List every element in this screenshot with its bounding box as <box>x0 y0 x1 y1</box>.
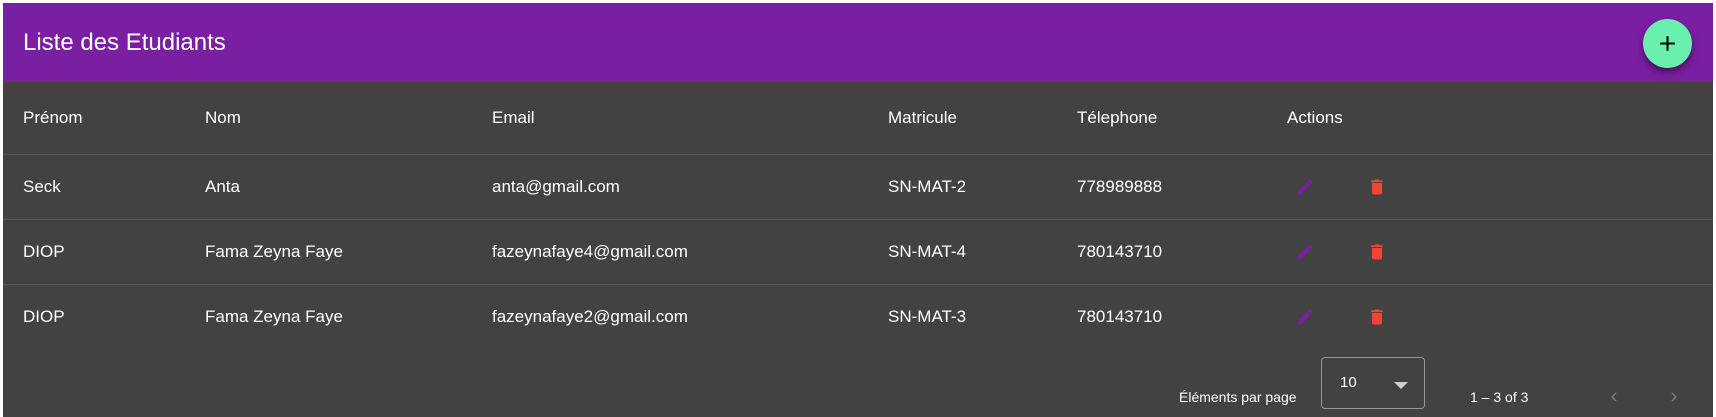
cell-prenom: DIOP <box>3 219 185 285</box>
next-page-button[interactable] <box>1653 376 1693 416</box>
add-student-button[interactable] <box>1643 19 1692 68</box>
chevron-down-icon <box>1394 382 1408 389</box>
table-row: Seck Anta anta@gmail.com SN-MAT-2 778989… <box>3 154 1713 220</box>
cell-email: anta@gmail.com <box>472 154 868 220</box>
page-title: Liste des Etudiants <box>23 29 226 56</box>
toolbar: Liste des Etudiants <box>3 3 1713 82</box>
cell-prenom: DIOP <box>23 307 65 326</box>
header-row: Prénom Nom Email Matricule Télephone Act… <box>3 82 1713 155</box>
cell-email: fazeynafaye2@gmail.com <box>492 307 688 326</box>
cell-matricule: SN-MAT-4 <box>868 219 1057 285</box>
pencil-icon <box>1297 309 1313 325</box>
range-label: 1 – 3 of 3 <box>1470 389 1529 405</box>
cell-actions <box>1267 154 1713 220</box>
edit-button[interactable] <box>1285 167 1325 207</box>
chevron-left-icon <box>1611 392 1617 402</box>
cell-prenom: Seck <box>3 154 185 220</box>
cell-nom: Fama Zeyna Faye <box>205 307 343 326</box>
trash-icon <box>1371 309 1383 325</box>
edit-button[interactable] <box>1285 297 1325 337</box>
column-header-telephone[interactable]: Télephone <box>1057 82 1267 155</box>
cell-email: fazeynafaye4@gmail.com <box>472 219 868 285</box>
paginator: Éléments par page 10 1 – 3 of 3 <box>3 353 1713 417</box>
delete-button[interactable] <box>1357 297 1397 337</box>
delete-button[interactable] <box>1357 232 1397 272</box>
column-header-matricule[interactable]: Matricule <box>868 82 1057 155</box>
table-row: DIOP Fama Zeyna Faye fazeynafaye2@gmail.… <box>3 285 1713 350</box>
column-header-prenom[interactable]: Prénom <box>3 82 185 155</box>
trash-icon <box>1371 244 1383 260</box>
table-row: DIOP Fama Zeyna Faye fazeynafaye4@gmail.… <box>3 219 1713 285</box>
cell-telephone: 780143710 <box>1057 219 1267 285</box>
page-size-select[interactable]: 10 <box>1321 357 1425 409</box>
column-header-nom[interactable]: Nom <box>185 82 472 155</box>
column-header-email[interactable]: Email <box>472 82 868 155</box>
column-header-actions: Actions <box>1267 82 1713 155</box>
previous-page-button[interactable] <box>1593 376 1633 416</box>
students-table: Prénom Nom Email Matricule Télephone Act… <box>3 82 1713 349</box>
plus-icon <box>1660 36 1675 51</box>
pencil-icon <box>1297 244 1313 260</box>
pencil-icon <box>1297 179 1313 195</box>
delete-button[interactable] <box>1357 167 1397 207</box>
page-size-value: 10 <box>1340 374 1357 391</box>
cell-matricule: SN-MAT-3 <box>888 307 967 326</box>
chevron-right-icon <box>1671 392 1677 402</box>
students-card: Liste des Etudiants Prénom Nom Email Mat… <box>3 3 1713 417</box>
cell-telephone: 780143710 <box>1077 307 1163 326</box>
cell-actions <box>1267 219 1713 285</box>
cell-telephone: 778989888 <box>1057 154 1267 220</box>
cell-nom: Fama Zeyna Faye <box>185 219 472 285</box>
cell-matricule: SN-MAT-2 <box>868 154 1057 220</box>
edit-button[interactable] <box>1285 232 1325 272</box>
trash-icon <box>1371 179 1383 195</box>
cell-nom: Anta <box>185 154 472 220</box>
page-size-label: Éléments par page <box>1179 389 1297 405</box>
cell-actions <box>1267 285 1713 350</box>
